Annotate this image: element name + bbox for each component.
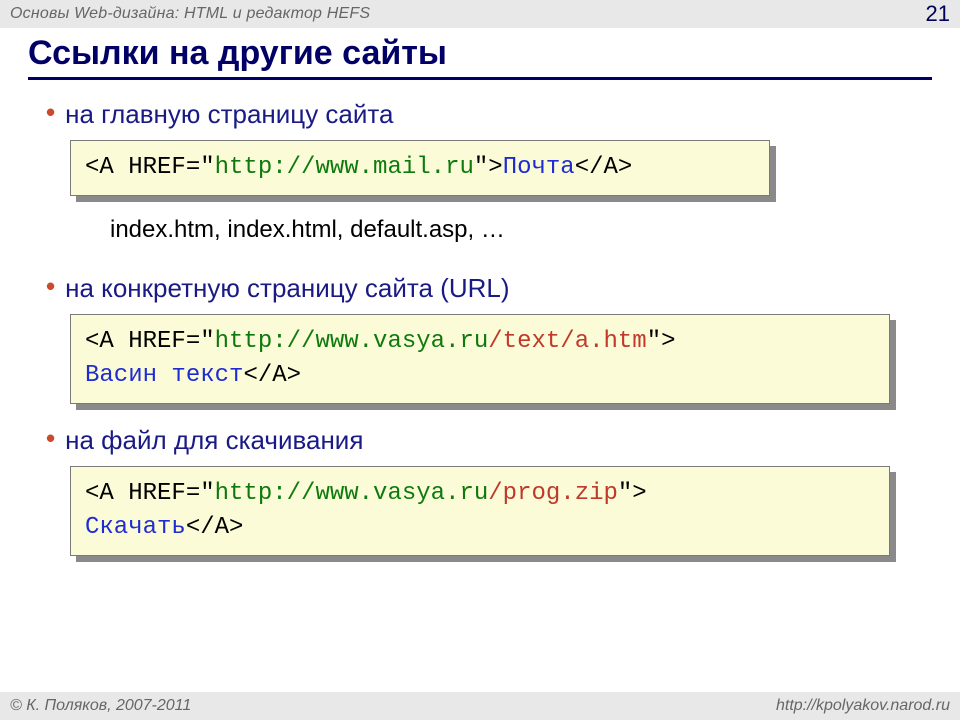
bullet-dot-icon: • (46, 272, 55, 300)
code-token: </A> (186, 514, 244, 541)
code-token: </A> (575, 154, 633, 181)
footer-url: http://kpolyakov.narod.ru (776, 697, 950, 715)
header-bar: Основы Web-дизайна: HTML и редактор HEFS… (0, 0, 960, 28)
slide: Основы Web-дизайна: HTML и редактор HEFS… (0, 0, 960, 720)
code-token: "> (618, 480, 647, 507)
content: • на главную страницу сайта <A HREF="htt… (0, 80, 960, 556)
code-box: <A HREF="http://www.vasya.ru/text/a.htm"… (70, 314, 890, 404)
footer-bar: © К. Поляков, 2007-2011 http://kpolyakov… (0, 692, 960, 720)
bullet-dot-icon: • (46, 424, 55, 452)
code-content: <A HREF="http://www.mail.ru">Почта</A> (70, 140, 770, 196)
code-token-linktext: Скачать (85, 514, 186, 541)
bullet-item: • на главную страницу сайта (46, 98, 914, 130)
code-content: <A HREF="http://www.vasya.ru/text/a.htm"… (70, 314, 890, 404)
code-token-url: http://www.mail.ru (215, 154, 474, 181)
code-token-url: http://www.vasya.ru (215, 328, 489, 355)
bullet-text: на главную страницу сайта (65, 98, 393, 130)
code-token-url: http://www.vasya.ru (215, 480, 489, 507)
code-token-linktext: Васин текст (85, 362, 243, 389)
code-token: <A HREF=" (85, 480, 215, 507)
title-wrap: Ссылки на другие сайты (0, 28, 960, 80)
bullet-text: на файл для скачивания (65, 424, 363, 456)
code-content: <A HREF="http://www.vasya.ru/prog.zip"> С… (70, 466, 890, 556)
code-box: <A HREF="http://www.mail.ru">Почта</A> (70, 140, 770, 196)
footer-copyright: © К. Поляков, 2007-2011 (10, 697, 191, 715)
code-token: <A HREF=" (85, 328, 215, 355)
code-token: </A> (243, 362, 301, 389)
page-number: 21 (926, 1, 950, 27)
code-token: <A HREF=" (85, 154, 215, 181)
code-box: <A HREF="http://www.vasya.ru/prog.zip"> С… (70, 466, 890, 556)
bullet-item: • на файл для скачивания (46, 424, 914, 456)
code-token: "> (647, 328, 676, 355)
breadcrumb: Основы Web-дизайна: HTML и редактор HEFS (10, 5, 370, 23)
bullet-item: • на конкретную страницу сайта (URL) (46, 272, 914, 304)
note-text: index.htm, index.html, default.asp, … (110, 216, 914, 244)
code-token-path: /text/a.htm (488, 328, 646, 355)
bullet-text: на конкретную страницу сайта (URL) (65, 272, 509, 304)
page-title: Ссылки на другие сайты (28, 34, 932, 80)
code-token-path: /prog.zip (488, 480, 618, 507)
code-token: "> (474, 154, 503, 181)
bullet-dot-icon: • (46, 98, 55, 126)
code-token-linktext: Почта (503, 154, 575, 181)
